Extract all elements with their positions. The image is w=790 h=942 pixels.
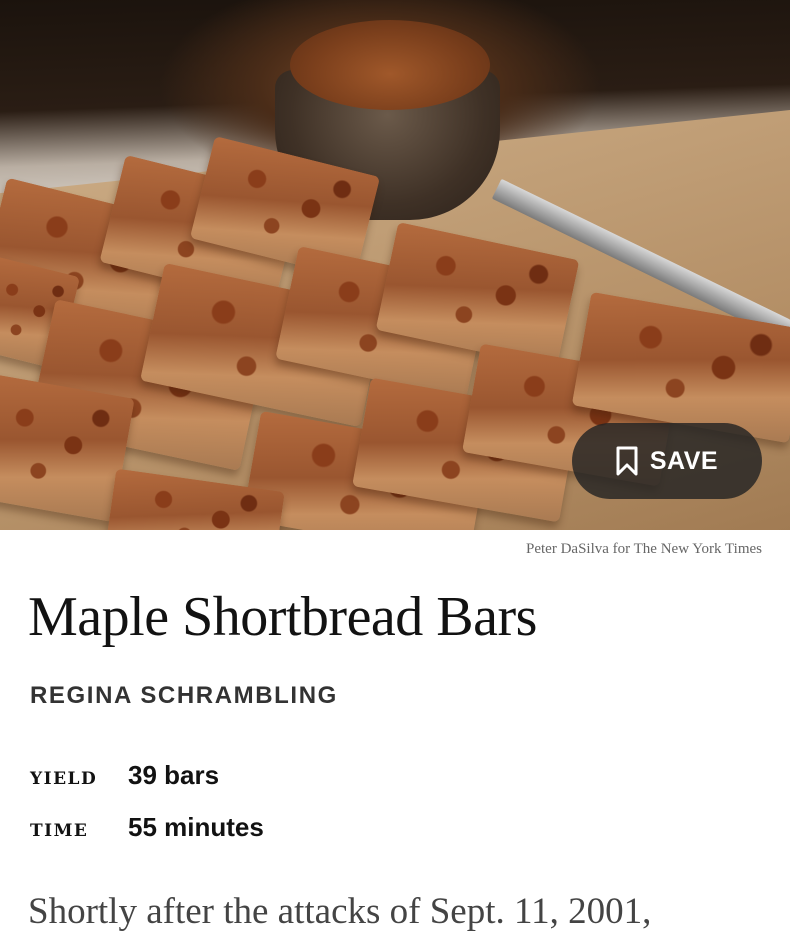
- yield-value: 39 bars: [128, 760, 220, 790]
- pecans-in-bowl: [290, 20, 490, 110]
- save-button[interactable]: SAVE: [572, 423, 762, 499]
- recipe-intro: Shortly after the attacks of Sept. 11, 2…: [28, 891, 652, 932]
- yield-row: YIELD 39 bars: [30, 760, 219, 791]
- time-value: 55 minutes: [128, 812, 264, 842]
- yield-label: YIELD: [30, 769, 98, 789]
- time-row: TIME 55 minutes: [30, 812, 264, 843]
- recipe-title: Maple Shortbread Bars: [28, 586, 537, 648]
- bookmark-icon: [616, 446, 638, 476]
- photo-credit: Peter DaSilva for The New York Times: [526, 541, 762, 557]
- time-label: TIME: [30, 821, 89, 841]
- recipe-author[interactable]: REGINA SCHRAMBLING: [30, 682, 338, 710]
- save-button-label: SAVE: [649, 446, 719, 475]
- recipe-hero-photo: SAVE: [0, 0, 790, 530]
